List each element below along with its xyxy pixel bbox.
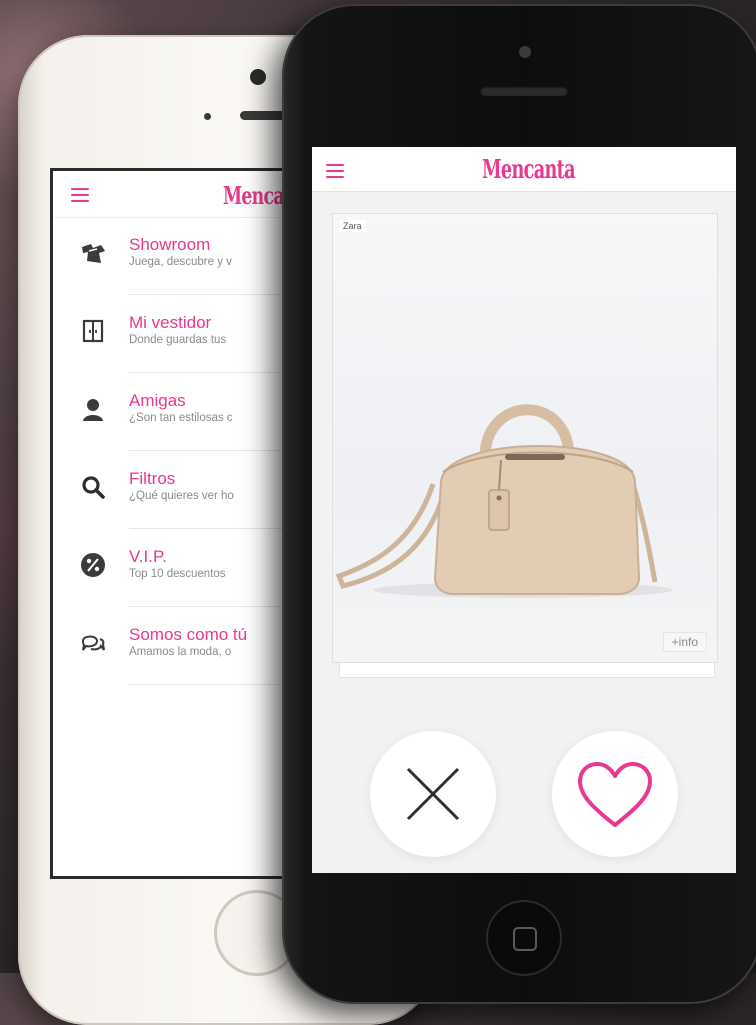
menu-item-title: Showroom <box>129 235 211 254</box>
home-button[interactable] <box>486 900 562 976</box>
menu-item-subtitle: Juega, descubre y v <box>129 256 232 268</box>
chat-icon <box>81 635 105 651</box>
like-button[interactable] <box>552 731 678 857</box>
hamburger-menu-icon[interactable] <box>326 164 344 178</box>
menu-item-title: V.I.P. <box>129 547 167 566</box>
menu-item-subtitle: ¿Qué quieres ver ho <box>129 490 234 502</box>
menu-item-subtitle: Amamos la moda, o <box>129 646 232 658</box>
person-icon <box>83 399 103 421</box>
menu-item-subtitle: Top 10 descuentos <box>129 568 226 580</box>
more-info-button[interactable]: +info <box>662 632 707 652</box>
menu-item-title: Mi vestidor <box>129 313 212 332</box>
menu-item-title: Amigas <box>129 391 186 410</box>
hamburger-menu-icon[interactable] <box>71 188 89 202</box>
search-icon <box>82 476 105 499</box>
earpiece-speaker <box>480 86 568 96</box>
menu-item-title: Somos como tú <box>129 625 248 644</box>
app-logo: Mencanta <box>482 155 576 185</box>
product-card[interactable]: Zara +info <box>332 213 718 663</box>
heart-icon <box>578 762 652 827</box>
dislike-button[interactable] <box>370 731 496 857</box>
menu-item-subtitle: ¿Son tan estilosas c <box>129 412 233 424</box>
wardrobe-icon <box>82 319 104 343</box>
percent-icon <box>81 553 105 577</box>
close-x-icon <box>406 767 460 821</box>
menu-item-subtitle: Donde guardas tus <box>129 334 227 346</box>
black-phone: Mencanta Zara +info <box>282 4 756 1004</box>
home-square-icon <box>513 927 537 951</box>
app-header: Mencanta <box>312 147 736 192</box>
brand-label: Zara <box>339 220 366 232</box>
front-camera <box>519 46 531 58</box>
shirts-icon <box>82 244 105 263</box>
proximity-sensor <box>204 113 211 120</box>
handbag-image <box>335 404 673 598</box>
menu-item-title: Filtros <box>129 469 176 488</box>
front-camera <box>250 69 266 85</box>
swipe-screen: Mencanta Zara +info <box>312 147 736 873</box>
